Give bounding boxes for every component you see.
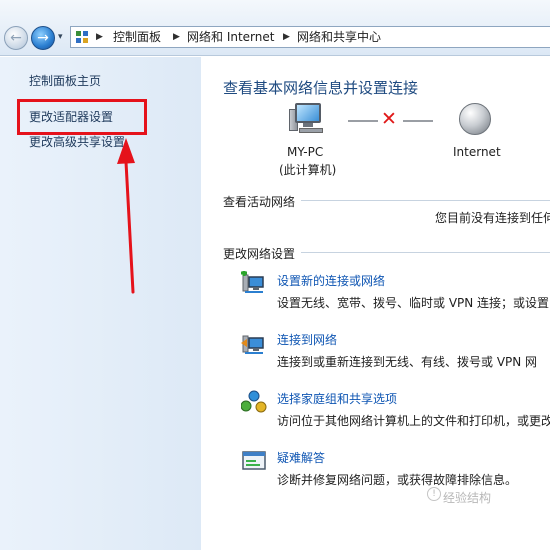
main-content: 查看基本网络信息并设置连接 ✕ MY-PC (此计算机) Internet 查看…	[201, 57, 550, 550]
breadcrumb-arrow-icon[interactable]: ▶	[96, 29, 103, 45]
page-title: 查看基本网络信息并设置连接	[223, 79, 419, 97]
section-divider	[301, 200, 550, 201]
troubleshoot-link[interactable]: 疑难解答	[277, 449, 325, 466]
recent-pages-dropdown[interactable]: ▾	[58, 32, 63, 42]
no-network-status: 您目前没有连接到任何	[435, 211, 550, 225]
control-panel-icon	[76, 31, 89, 44]
breadcrumb-arrow-icon[interactable]: ▶	[283, 29, 290, 45]
setup-new-connection-link[interactable]: 设置新的连接或网络	[277, 272, 385, 289]
homegroup-icon	[241, 390, 267, 413]
change-network-settings-title: 更改网络设置	[223, 247, 296, 261]
forward-button[interactable]: →	[31, 26, 55, 50]
breadcrumb-arrow-icon[interactable]: ▶	[173, 29, 180, 45]
back-button[interactable]: ←	[4, 26, 28, 50]
task-description: 访问位于其他网络计算机上的文件和打印机，或更改	[277, 414, 550, 428]
pc-subtitle-label: (此计算机)	[279, 163, 337, 177]
watermark-logo: !	[427, 487, 441, 501]
connect-network-icon	[241, 335, 264, 354]
highlight-box	[17, 99, 147, 135]
computer-icon[interactable]	[289, 103, 325, 135]
internet-label: Internet	[453, 145, 501, 159]
active-networks-title: 查看活动网络	[223, 195, 296, 209]
task-description: 设置无线、宽带、拨号、临时或 VPN 连接；或设置	[277, 296, 550, 310]
new-connection-icon	[241, 271, 264, 293]
breadcrumb-network-sharing-center[interactable]: 网络和共享中心	[297, 29, 381, 45]
disconnected-x-icon[interactable]: ✕	[381, 109, 397, 129]
homegroup-sharing-link[interactable]: 选择家庭组和共享选项	[277, 390, 397, 407]
breadcrumb-control-panel[interactable]: 控制面板	[113, 29, 161, 45]
internet-globe-icon[interactable]	[459, 103, 491, 135]
pc-name-label: MY-PC	[287, 145, 324, 159]
connect-to-network-link[interactable]: 连接到网络	[277, 331, 337, 348]
task-description: 连接到或重新连接到无线、有线、拨号或 VPN 网	[277, 355, 538, 369]
address-bar[interactable]: ▶ 控制面板 ▶ 网络和 Internet ▶ 网络和共享中心	[70, 26, 550, 48]
breadcrumb-network-internet[interactable]: 网络和 Internet	[187, 29, 274, 45]
connection-line	[403, 120, 433, 122]
control-panel-home-link[interactable]: 控制面板主页	[29, 72, 101, 89]
troubleshoot-icon	[242, 451, 266, 470]
change-advanced-sharing-link[interactable]: 更改高级共享设置	[29, 133, 125, 150]
connection-line	[348, 120, 378, 122]
task-description: 诊断并修复网络问题，或获得故障排除信息。	[277, 473, 518, 487]
address-toolbar: ← → ▾ ▶ 控制面板 ▶ 网络和 Internet ▶ 网络和共享中心	[0, 0, 550, 56]
section-divider	[301, 252, 550, 253]
watermark-text: 经验结构	[443, 491, 492, 505]
